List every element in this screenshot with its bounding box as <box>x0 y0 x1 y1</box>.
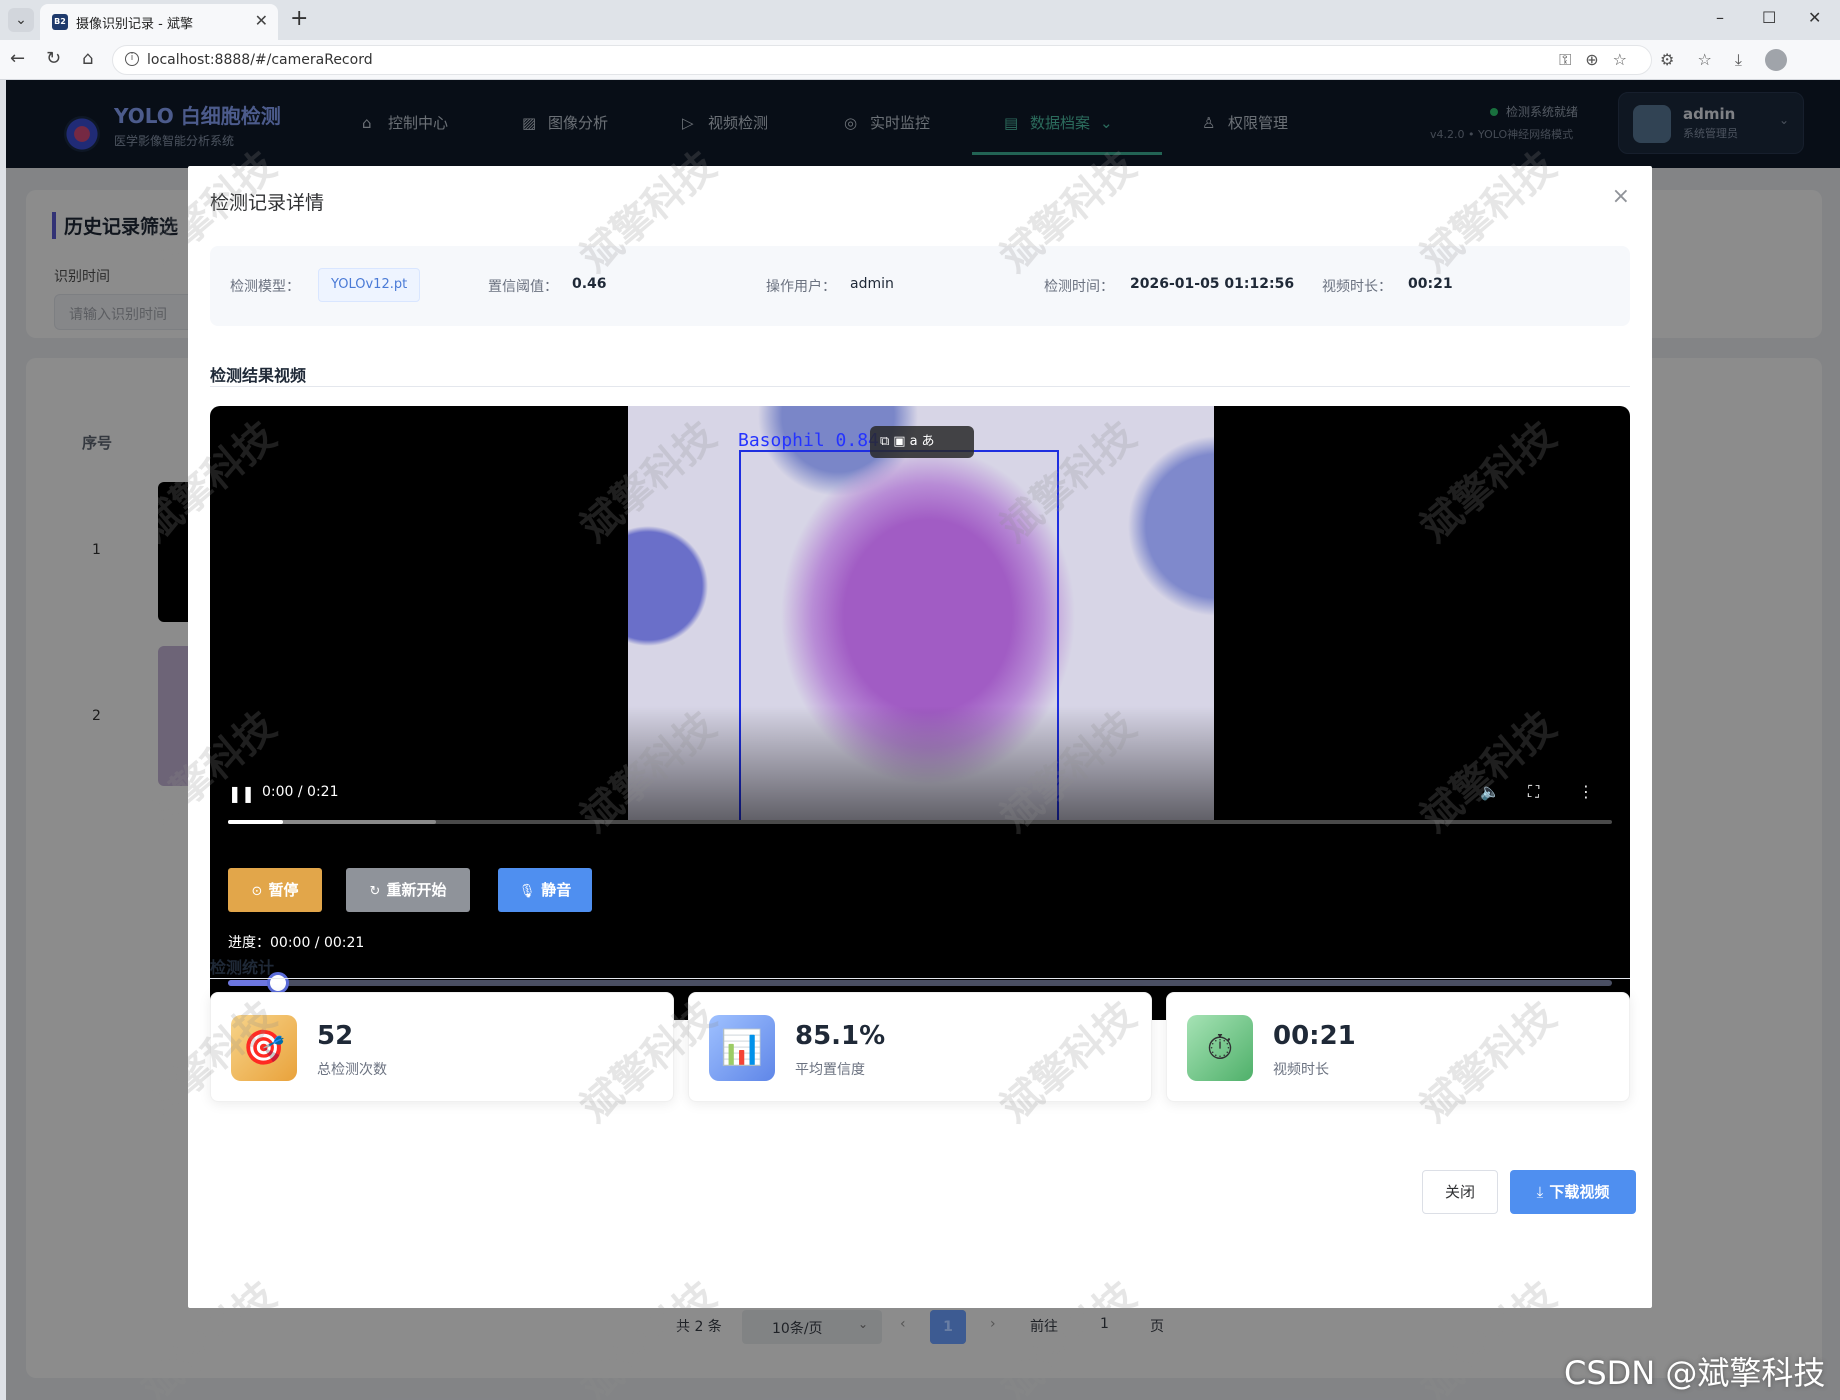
record-detail-dialog: 检测记录详情 × 检测模型： YOLOv12.pt 置信阈值： 0.46 操作用… <box>188 166 1652 1308</box>
video-time-display: 0:00 / 0:21 <box>262 784 339 800</box>
download-video-button[interactable]: ⤓ 下载视频 <box>1510 1170 1636 1214</box>
pip-icon: ⧉ <box>880 434 894 449</box>
more-options-icon[interactable]: ⋮ <box>1578 782 1594 801</box>
target-icon: 🎯 <box>231 1015 297 1081</box>
stat-label: 平均置信度 <box>795 1062 865 1078</box>
volume-icon[interactable]: 🔈 <box>1480 782 1500 801</box>
mute-button[interactable]: 🎙 静音 <box>498 868 592 912</box>
key-icon: ⚿ <box>1559 50 1586 69</box>
profile-avatar[interactable] <box>1765 49 1788 71</box>
detection-label: Basophil 0.84 <box>738 430 879 451</box>
cast-icon: ▣ <box>893 434 910 449</box>
stat-card: ⏱ 00:21 视频时长 <box>1166 992 1630 1102</box>
address-actions[interactable]: ⚿⊕☆ <box>1559 50 1641 70</box>
played-bar <box>228 820 284 824</box>
stats-section-title: 检测统计 <box>210 958 275 977</box>
microphone-icon: 🎙 <box>518 884 536 899</box>
refresh-icon: ↻ <box>369 884 381 899</box>
minimize-icon[interactable]: – <box>1716 8 1724 27</box>
video-section-title: 检测结果视频 <box>210 366 307 385</box>
stat-card: 📊 85.1% 平均置信度 <box>688 992 1152 1102</box>
stat-value: 00:21 <box>1273 1021 1356 1051</box>
stat-value: 52 <box>317 1021 354 1051</box>
zoom-icon: ⊕ <box>1585 50 1613 69</box>
video-seek-bar[interactable] <box>228 820 1612 824</box>
browser-tab-bar: ⌄ B2 摄像识别记录 - 斌擎 ✕ + – ☐ ✕ <box>0 0 1840 40</box>
duration-value: 00:21 <box>1408 276 1453 292</box>
address-bar-row: ← ↻ ⌂ i localhost:8888/#/cameraRecord ⚿⊕… <box>0 40 1840 90</box>
stat-label: 视频时长 <box>1273 1062 1329 1078</box>
video-overlay-toolbar[interactable]: ⧉▣aあ <box>870 426 974 458</box>
maximize-icon[interactable]: ☐ <box>1762 8 1776 27</box>
tab-close-icon[interactable]: ✕ <box>255 11 268 30</box>
tab-list-button[interactable]: ⌄ <box>8 8 34 32</box>
stat-value: 85.1% <box>795 1021 886 1051</box>
tab-title: 摄像识别记录 - 斌擎 <box>76 17 193 32</box>
extensions-icon[interactable]: ⚙ <box>1660 50 1674 69</box>
browser-tab[interactable]: B2 摄像识别记录 - 斌擎 ✕ <box>40 4 278 40</box>
url-field[interactable]: i localhost:8888/#/cameraRecord ⚿⊕☆ <box>112 45 1652 75</box>
divider <box>210 386 1630 387</box>
app-viewport: YOLO 白细胞检测 医学影像智能分析系统 ⌂ 控制中心 ▨ 图像分析 ▷ 视频检测 … <box>6 80 1840 1400</box>
record-info-bar: 检测模型： YOLOv12.pt 置信阈值： 0.46 操作用户： admin … <box>210 246 1630 326</box>
fullscreen-icon[interactable]: ⛶ <box>1528 782 1539 802</box>
stat-card: 🎯 52 总检测次数 <box>210 992 674 1102</box>
url-text: localhost:8888/#/cameraRecord <box>147 52 373 68</box>
controls-shade <box>210 706 1630 820</box>
pause-icon[interactable]: ❚❚ <box>228 784 255 803</box>
dialog-title: 检测记录详情 <box>210 192 325 214</box>
home-icon[interactable]: ⌂ <box>82 48 93 69</box>
downloads-icon[interactable]: ⤓ <box>1735 50 1742 69</box>
pause-button[interactable]: ⊙ 暂停 <box>228 868 322 912</box>
window-close-icon[interactable]: ✕ <box>1808 8 1821 27</box>
reload-icon[interactable]: ↻ <box>46 48 61 69</box>
duration-label: 视频时长： <box>1322 279 1392 295</box>
user-label: 操作用户： <box>766 279 836 295</box>
favorites-icon[interactable]: ☆ <box>1697 50 1711 69</box>
bar-chart-icon: 📊 <box>709 1015 775 1081</box>
site-info-icon[interactable]: i <box>125 52 139 66</box>
download-icon: ⤓ <box>1536 1183 1544 1201</box>
progress-slider[interactable] <box>228 972 1612 994</box>
translate-icon: aあ <box>909 434 939 449</box>
divider <box>210 978 1630 979</box>
progress-text: 进度：00:00 / 00:21 <box>228 935 365 951</box>
confidence-value: 0.46 <box>572 276 607 292</box>
close-button[interactable]: 关闭 <box>1422 1170 1498 1214</box>
user-value: admin <box>850 276 894 292</box>
confidence-label: 置信阈值： <box>488 279 558 295</box>
time-value: 2026-01-05 01:12:56 <box>1130 276 1295 292</box>
favorite-star-icon: ☆ <box>1612 50 1641 69</box>
restart-button[interactable]: ↻ 重新开始 <box>346 868 470 912</box>
stat-label: 总检测次数 <box>317 1062 387 1078</box>
stopwatch-icon: ⏱ <box>1187 1015 1253 1081</box>
model-tag: YOLOv12.pt <box>318 268 421 302</box>
current-page-overlay <box>930 1310 966 1344</box>
model-label: 检测模型： <box>230 279 300 295</box>
video-player[interactable]: Basophil 0.84 ⧉▣aあ ❚❚ 0:00 / 0:21 🔈 ⛶ ⋮ … <box>210 406 1630 1020</box>
back-icon[interactable]: ← <box>10 48 25 69</box>
new-tab-icon[interactable]: + <box>290 6 308 31</box>
csdn-watermark: CSDN @斌擎科技 <box>1564 1354 1826 1392</box>
pause-circle-icon: ⊙ <box>251 884 263 899</box>
favicon-icon: B2 <box>52 14 68 30</box>
time-label: 检测时间： <box>1044 279 1114 295</box>
dialog-close-icon[interactable]: × <box>1612 184 1630 209</box>
